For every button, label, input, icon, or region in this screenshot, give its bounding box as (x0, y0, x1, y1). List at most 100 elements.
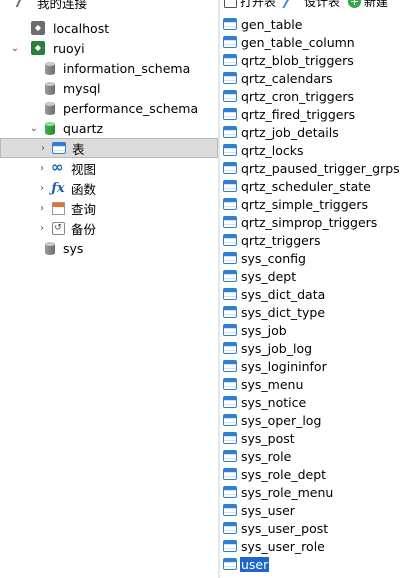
object-type-functions[interactable]: › ƒx 函数 (0, 178, 218, 198)
table-row[interactable]: sys_oper_log (223, 411, 322, 429)
table-row[interactable]: gen_table_column (223, 33, 356, 51)
chevron-down-icon[interactable]: ⌄ (0, 123, 42, 134)
chevron-right-icon[interactable]: › (0, 163, 50, 174)
table-row[interactable]: sys_role_dept (223, 465, 327, 483)
table-icon (223, 504, 237, 516)
table-icon (223, 90, 237, 102)
view-icon (50, 158, 66, 176)
object-toolbar: 打开表 设计表 + 新建 (220, 0, 388, 10)
table-row[interactable]: sys_role_menu (223, 483, 334, 501)
table-row[interactable]: sys_logininfor (223, 357, 328, 375)
table-row[interactable]: sys_config (223, 249, 307, 267)
connection-ruoyi[interactable]: ⌄ ruoyi (0, 38, 218, 58)
table-row[interactable]: qrtz_triggers (223, 231, 322, 249)
table-row[interactable]: sys_menu (223, 375, 304, 393)
table-name: qrtz_cron_triggers (241, 88, 355, 104)
object-type-label: 表 (72, 141, 85, 157)
table-name: qrtz_calendars (241, 70, 333, 86)
table-icon (223, 378, 237, 390)
chevron-right-icon[interactable]: › (1, 143, 51, 154)
object-type-label: 函数 (71, 181, 97, 197)
table-row[interactable]: sys_role (223, 447, 292, 465)
table-name: qrtz_fired_triggers (241, 106, 356, 122)
table-icon (223, 54, 237, 66)
table-icon (223, 234, 237, 246)
chevron-right-icon[interactable]: › (0, 223, 50, 234)
database-name: sys (63, 240, 84, 256)
table-row[interactable]: qrtz_cron_triggers (223, 87, 355, 105)
table-row[interactable]: sys_job (223, 321, 288, 339)
database-quartz[interactable]: ⌄ quartz (0, 118, 218, 138)
chevron-right-icon[interactable]: › (0, 183, 50, 194)
table-row[interactable]: sys_dict_data (223, 285, 326, 303)
table-icon (223, 450, 237, 462)
object-type-queries[interactable]: › 查询 (0, 198, 218, 218)
connection-icon (30, 40, 46, 56)
table-row[interactable]: sys_post (223, 429, 296, 447)
table-name: gen_table_column (241, 34, 355, 50)
new-table-icon: + (348, 0, 362, 8)
table-row[interactable]: sys_notice (223, 393, 307, 411)
table-name: sys_dict_type (241, 304, 326, 320)
connection-localhost[interactable]: localhost (0, 18, 218, 38)
table-name: sys_dict_data (241, 286, 326, 302)
table-row[interactable]: sys_dict_type (223, 303, 326, 321)
table-icon (223, 180, 237, 192)
table-icon (223, 396, 237, 408)
new-table-button[interactable]: 新建 (364, 0, 388, 10)
table-row[interactable]: sys_user_role (223, 537, 326, 555)
table-name: sys_config (241, 250, 306, 266)
connection-icon (30, 20, 46, 36)
open-table-button[interactable]: 打开表 (240, 0, 276, 10)
table-row[interactable]: qrtz_job_details (223, 123, 340, 141)
table-icon (223, 108, 237, 120)
table-row[interactable]: qrtz_simple_triggers (223, 195, 369, 213)
database-sys[interactable]: sys (0, 238, 218, 258)
table-icon (51, 140, 67, 156)
connection-group-icon (15, 0, 33, 10)
database-icon (42, 60, 58, 76)
object-type-views[interactable]: › 视图 (0, 158, 218, 178)
table-row[interactable]: qrtz_locks (223, 141, 305, 159)
object-type-backups[interactable]: › ↺ 备份 (0, 218, 218, 238)
database-mysql[interactable]: mysql (0, 78, 218, 98)
table-row[interactable]: qrtz_blob_triggers (223, 51, 355, 69)
chevron-down-icon[interactable]: ⌄ (0, 43, 30, 54)
table-name: qrtz_paused_trigger_grps (241, 160, 400, 176)
table-icon (223, 360, 237, 372)
object-type-label: 视图 (71, 161, 97, 177)
table-row[interactable]: qrtz_scheduler_state (223, 177, 372, 195)
table-icon (223, 162, 237, 174)
table-name: sys_post (241, 430, 295, 446)
table-row[interactable]: sys_job_log (223, 339, 313, 357)
table-row[interactable]: qrtz_calendars (223, 69, 334, 87)
table-row[interactable]: qrtz_simprop_triggers (223, 213, 378, 231)
my-connections-header[interactable]: 我的连接 (0, 0, 87, 11)
table-icon (223, 18, 237, 30)
query-icon (50, 200, 66, 216)
table-icon (223, 486, 237, 498)
database-icon (42, 120, 58, 136)
table-name: sys_oper_log (241, 412, 322, 428)
table-name: qrtz_blob_triggers (241, 52, 354, 68)
table-icon (223, 270, 237, 282)
table-row[interactable]: sys_user (223, 501, 296, 519)
database-performance-schema[interactable]: performance_schema (0, 98, 218, 118)
database-name: performance_schema (63, 100, 199, 116)
table-icon (223, 72, 237, 84)
table-row[interactable]: sys_user_post (223, 519, 329, 537)
object-type-label: 查询 (71, 201, 97, 217)
table-name: sys_notice (241, 394, 307, 410)
table-row[interactable]: sys_dept (223, 267, 297, 285)
object-type-tables[interactable]: › 表 (0, 138, 218, 158)
table-row[interactable]: qrtz_fired_triggers (223, 105, 356, 123)
chevron-right-icon[interactable]: › (0, 203, 50, 214)
table-row[interactable]: gen_table (223, 15, 303, 33)
table-row[interactable]: user (223, 555, 270, 573)
database-information-schema[interactable]: information_schema (0, 58, 218, 78)
table-name: sys_user_post (241, 520, 329, 536)
table-name: qrtz_simprop_triggers (241, 214, 378, 230)
design-table-button[interactable]: 设计表 (304, 0, 340, 10)
table-row[interactable]: qrtz_paused_trigger_grps (223, 159, 401, 177)
database-icon (42, 240, 58, 256)
